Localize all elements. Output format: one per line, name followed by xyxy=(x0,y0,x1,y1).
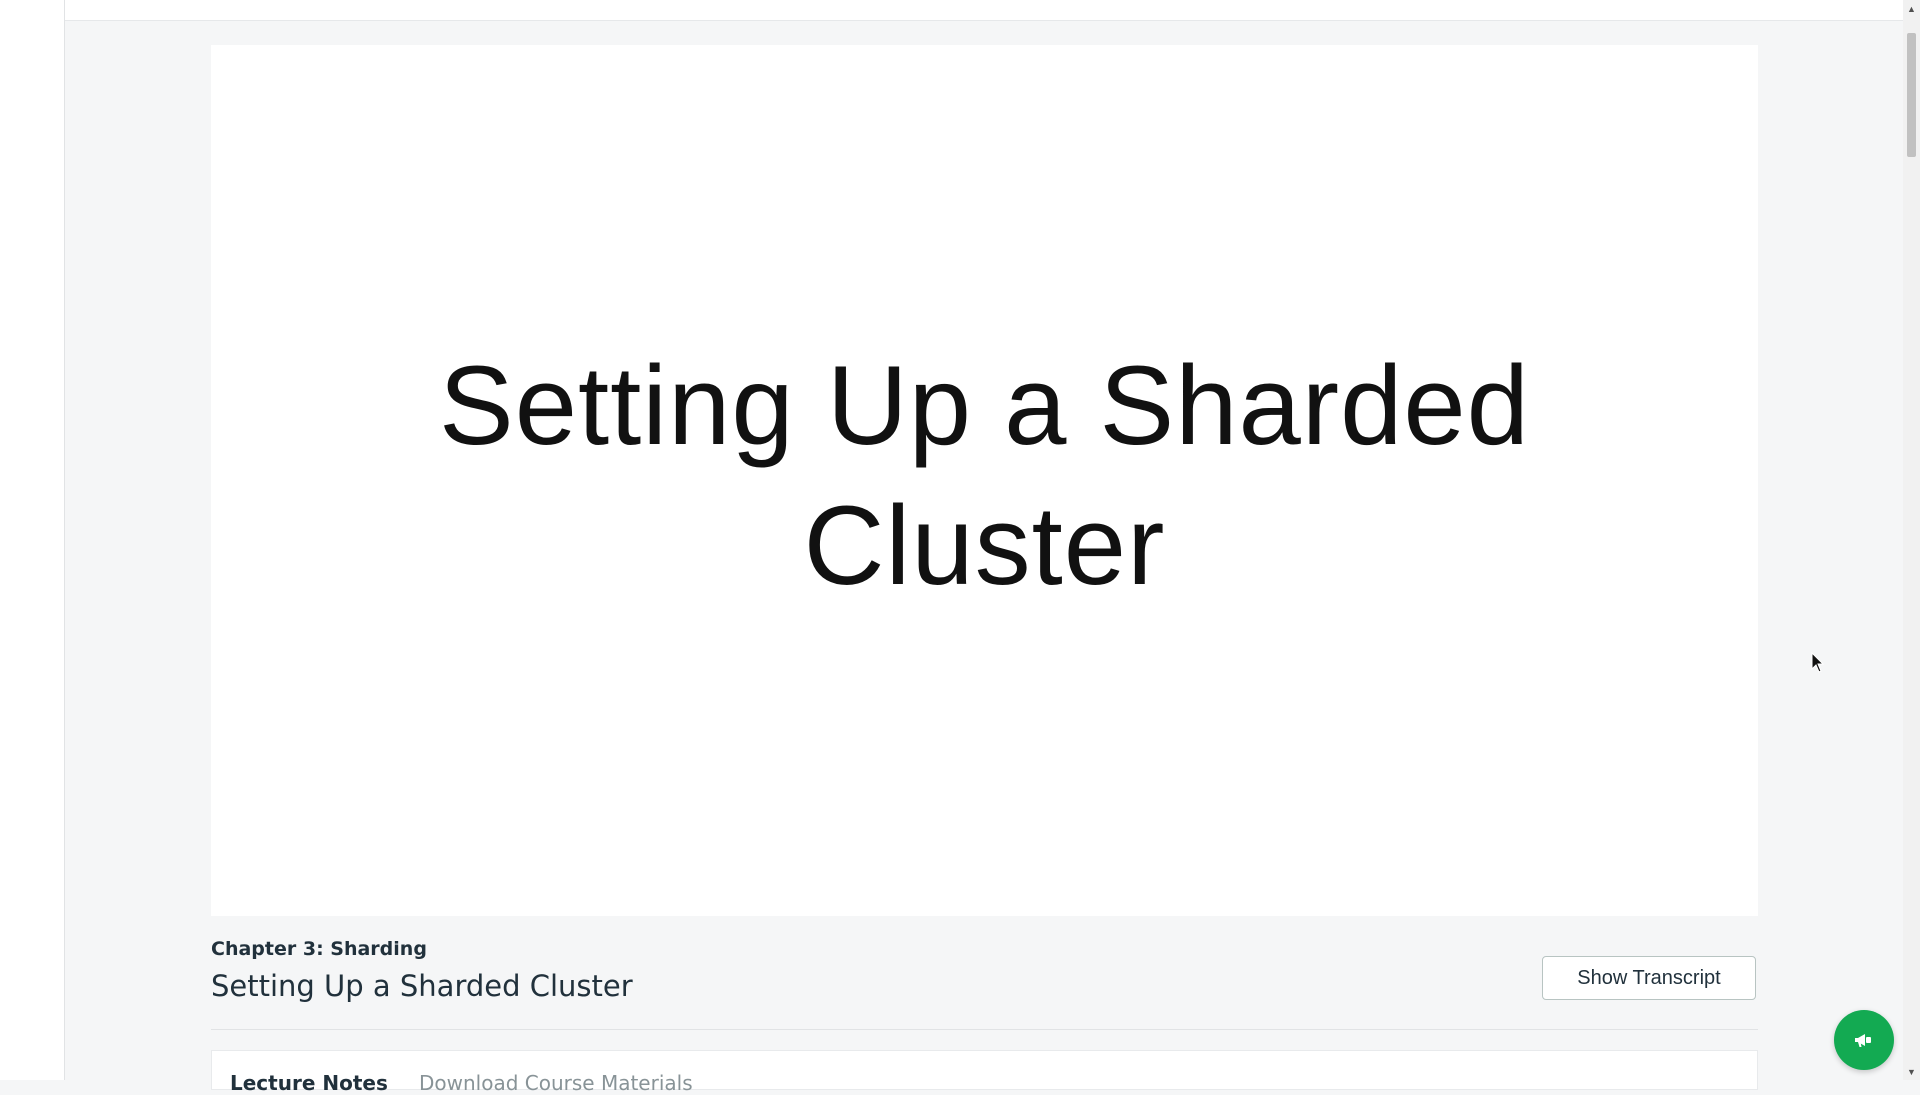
top-header-strip xyxy=(65,0,1903,21)
video-player[interactable]: Setting Up a Sharded Cluster xyxy=(211,45,1758,916)
page-scrollbar[interactable]: ▲ ▼ xyxy=(1903,0,1920,1080)
arrow-down-icon[interactable]: ▼ xyxy=(1903,1063,1920,1080)
left-nav-rail xyxy=(0,0,65,1080)
divider xyxy=(211,1029,1758,1030)
feedback-button[interactable] xyxy=(1834,1010,1894,1070)
lesson-title: Setting Up a Sharded Cluster xyxy=(211,969,633,1003)
tab-download-materials[interactable]: Download Course Materials xyxy=(419,1071,693,1095)
chapter-label: Chapter 3: Sharding xyxy=(211,938,427,960)
mouse-cursor-icon xyxy=(1811,652,1825,673)
lesson-tabs-panel: Lecture Notes Download Course Materials xyxy=(211,1050,1758,1095)
tab-lecture-notes[interactable]: Lecture Notes xyxy=(230,1071,388,1095)
megaphone-icon xyxy=(1855,1034,1871,1047)
arrow-up-icon[interactable]: ▲ xyxy=(1903,0,1920,17)
lesson-info: Chapter 3: Sharding Setting Up a Sharded… xyxy=(211,936,633,1006)
scrollbar-thumb[interactable] xyxy=(1907,33,1916,157)
show-transcript-button[interactable]: Show Transcript xyxy=(1542,956,1756,1000)
video-slide-title: Setting Up a Sharded Cluster xyxy=(439,342,1530,608)
